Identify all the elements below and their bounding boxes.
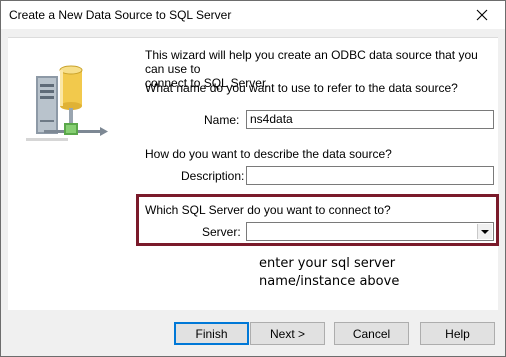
annotation-line-2: name/instance above [259, 274, 400, 289]
cancel-button[interactable]: Cancel [334, 322, 409, 345]
description-question: How do you want to describe the data sou… [145, 147, 392, 161]
close-icon [476, 9, 488, 21]
wizard-page: This wizard will help you create an ODBC… [8, 37, 499, 310]
description-label: Description: [181, 169, 245, 183]
server-highlight-box [136, 194, 499, 246]
name-input[interactable]: ns4data [246, 110, 494, 129]
description-input[interactable] [246, 166, 494, 185]
name-question: What name do you want to use to refer to… [145, 81, 458, 95]
next-button[interactable]: Next > [250, 322, 325, 345]
wizard-window: Create a New Data Source to SQL Server T… [0, 0, 506, 357]
finish-button[interactable]: Finish [174, 322, 249, 345]
help-button[interactable]: Help [420, 322, 495, 345]
close-button[interactable] [459, 1, 505, 29]
server-database-icon [26, 65, 108, 141]
name-label: Name: [204, 113, 240, 127]
window-title: Create a New Data Source to SQL Server [9, 8, 232, 22]
annotation-text: enter your sql server name/instance abov… [259, 255, 399, 291]
intro-line-1: This wizard will help you create an ODBC… [145, 48, 478, 76]
annotation-line-1: enter your sql server [259, 256, 396, 271]
dialog-client-area: This wizard will help you create an ODBC… [1, 29, 505, 356]
title-bar: Create a New Data Source to SQL Server [1, 1, 505, 29]
